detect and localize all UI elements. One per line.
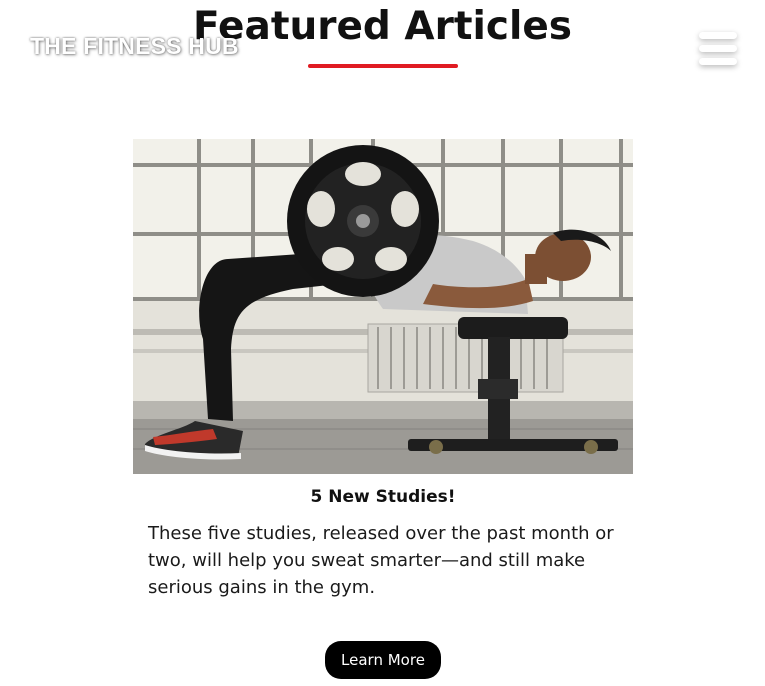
gym-photo-illustration [133, 139, 633, 474]
learn-more-button[interactable]: Learn More [325, 641, 441, 679]
hamburger-menu-icon[interactable] [697, 30, 741, 70]
title-underline [308, 64, 458, 68]
article-image [133, 139, 633, 474]
menu-bar [699, 58, 737, 65]
article-title[interactable]: 5 New Studies! [133, 485, 633, 509]
menu-bar [699, 45, 737, 52]
page: Featured Articles THE FITNESS HUB 5 New … [0, 0, 765, 686]
menu-bar [699, 32, 737, 39]
brand-logo[interactable]: THE FITNESS HUB [30, 33, 239, 60]
article-summary: These five studies, released over the pa… [148, 523, 614, 598]
